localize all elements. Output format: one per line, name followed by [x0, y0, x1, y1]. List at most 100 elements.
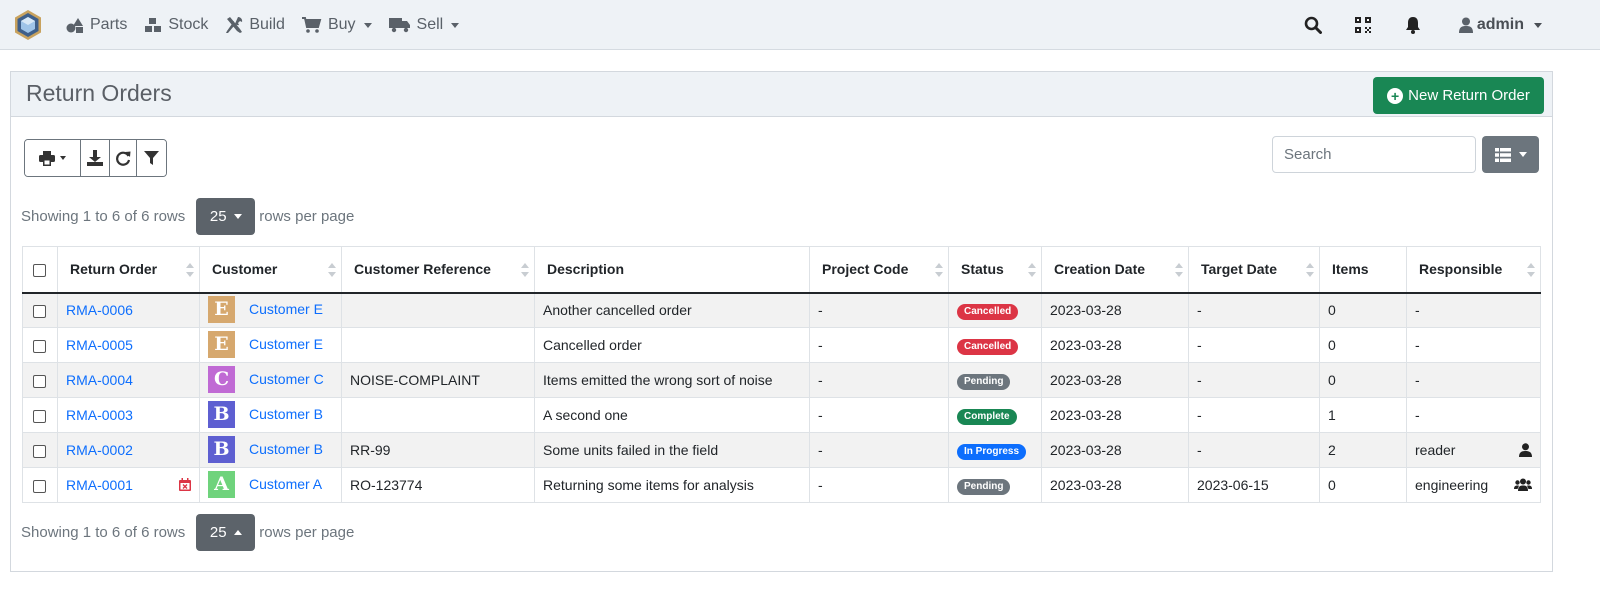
sort-icon [1175, 263, 1183, 277]
customer-avatar: E [208, 330, 235, 358]
inventree-logo-icon[interactable] [12, 9, 44, 41]
column-header-project-code[interactable]: Project Code [809, 246, 949, 294]
column-header-status[interactable]: Status [948, 246, 1042, 294]
return-order-link[interactable]: RMA-0004 [66, 372, 133, 388]
print-icon [39, 150, 55, 166]
column-header-return-order[interactable]: Return Order [57, 246, 200, 294]
nav-parts-label: Parts [90, 16, 128, 33]
customer-reference-cell: RR-99 [341, 432, 535, 468]
responsible-cell: - [1406, 397, 1541, 433]
download-button[interactable] [81, 140, 110, 176]
chevron-down-icon [1518, 152, 1527, 157]
column-header-label: Return Order [70, 261, 158, 278]
search-icon[interactable] [1301, 13, 1325, 37]
row-select-cell [22, 327, 58, 363]
return-orders-panel: Return Orders + New Return Order Showing… [10, 71, 1553, 572]
column-header-description[interactable]: Description [534, 246, 810, 294]
customer-link[interactable]: Customer C [249, 371, 324, 387]
truck-icon [388, 18, 410, 33]
customer-cell: A Customer A [199, 467, 342, 503]
nav-sell-label: Sell [416, 16, 444, 33]
qrcode-icon[interactable] [1351, 13, 1375, 37]
page-size-dropdown[interactable]: 25 [196, 514, 256, 551]
column-header-responsible[interactable]: Responsible [1406, 246, 1541, 294]
items-cell: 1 [1319, 397, 1407, 433]
nav-build[interactable]: Build [225, 16, 285, 34]
creation-date-cell: 2023-03-28 [1041, 292, 1189, 328]
column-header-target-date[interactable]: Target Date [1188, 246, 1320, 294]
table-body: RMA-0006 E Customer E Another cancelled ord… [22, 292, 1541, 503]
return-order-cell: RMA-0006 [57, 292, 200, 328]
rows-per-page-label: rows per page [259, 524, 355, 541]
responsible-label: - [1415, 337, 1420, 353]
return-order-link[interactable]: RMA-0003 [66, 407, 133, 423]
refresh-button[interactable] [110, 140, 137, 176]
nav-parts[interactable]: Parts [66, 16, 127, 34]
return-order-cell: RMA-0005 [57, 327, 200, 363]
row-checkbox[interactable] [33, 409, 46, 423]
return-order-link[interactable]: RMA-0006 [66, 302, 133, 318]
description-cell: Returning some items for analysis [534, 467, 810, 503]
page-size-dropdown[interactable]: 25 [196, 198, 256, 235]
items-cell: 2 [1319, 432, 1407, 468]
calendar-overdue-icon [179, 478, 191, 494]
shopping-cart-icon [301, 17, 322, 33]
customer-reference-cell [341, 397, 535, 433]
customer-link[interactable]: Customer B [249, 406, 323, 422]
bell-icon[interactable] [1401, 13, 1425, 37]
columns-toggle-button[interactable] [1482, 136, 1539, 173]
row-checkbox[interactable] [33, 479, 46, 493]
column-header-items[interactable]: Items [1319, 246, 1407, 294]
column-header-creation-date[interactable]: Creation Date [1041, 246, 1189, 294]
row-checkbox[interactable] [33, 339, 46, 353]
responsible-label: - [1415, 407, 1420, 423]
print-button[interactable] [25, 140, 81, 176]
column-header-label: Items [1332, 261, 1369, 278]
column-header-customer[interactable]: Customer [199, 246, 342, 294]
status-badge: Cancelled [957, 303, 1019, 320]
select-all-checkbox[interactable] [33, 264, 46, 278]
customer-reference-cell: NOISE-COMPLAINT [341, 362, 535, 398]
row-select-cell [22, 397, 58, 433]
select-all-header [22, 246, 58, 294]
return-order-cell: RMA-0001 [57, 467, 200, 503]
row-checkbox[interactable] [33, 305, 46, 319]
responsible-label: engineering [1415, 477, 1489, 493]
customer-link[interactable]: Customer A [249, 476, 322, 492]
sort-icon [186, 263, 194, 277]
customer-avatar: C [208, 365, 235, 393]
customer-link[interactable]: Customer B [249, 441, 323, 457]
responsible-label: - [1415, 372, 1420, 388]
nav-buy[interactable]: Buy [301, 16, 372, 34]
description-cell: Items emitted the wrong sort of noise [534, 362, 810, 398]
customer-cell: E Customer E [199, 292, 342, 328]
filter-button[interactable] [137, 140, 166, 176]
user-menu[interactable]: admin [1458, 16, 1542, 34]
project-code-cell: - [809, 432, 949, 468]
chevron-down-icon [1534, 22, 1542, 28]
customer-reference-cell [341, 327, 535, 363]
nav-stock-label: Stock [168, 16, 209, 33]
row-checkbox[interactable] [33, 374, 46, 388]
status-cell: Pending [948, 362, 1042, 398]
table-row: RMA-0003 B Customer BA second one - Complete… [22, 397, 1541, 433]
nav-sell[interactable]: Sell [388, 16, 460, 34]
target-date-cell: - [1188, 397, 1320, 433]
new-return-order-button[interactable]: + New Return Order [1373, 77, 1544, 114]
nav-stock[interactable]: Stock [144, 16, 208, 34]
creation-date-cell: 2023-03-28 [1041, 467, 1189, 503]
description-cell: A second one [534, 397, 810, 433]
responsible-label: - [1415, 302, 1420, 319]
return-order-link[interactable]: RMA-0002 [66, 442, 133, 458]
users-icon [1514, 478, 1532, 494]
return-order-link[interactable]: RMA-0001 [66, 477, 133, 493]
table-header-row: Return Order Customer Customer Reference… [22, 246, 1541, 294]
return-order-cell: RMA-0004 [57, 362, 200, 398]
return-order-link[interactable]: RMA-0005 [66, 337, 133, 353]
customer-link[interactable]: Customer E [249, 336, 323, 352]
customer-link[interactable]: Customer E [249, 301, 323, 317]
column-header-customer-reference[interactable]: Customer Reference [341, 246, 535, 294]
row-checkbox[interactable] [33, 444, 46, 458]
search-input[interactable] [1272, 136, 1476, 173]
panel-header: Return Orders + New Return Order [11, 72, 1552, 117]
